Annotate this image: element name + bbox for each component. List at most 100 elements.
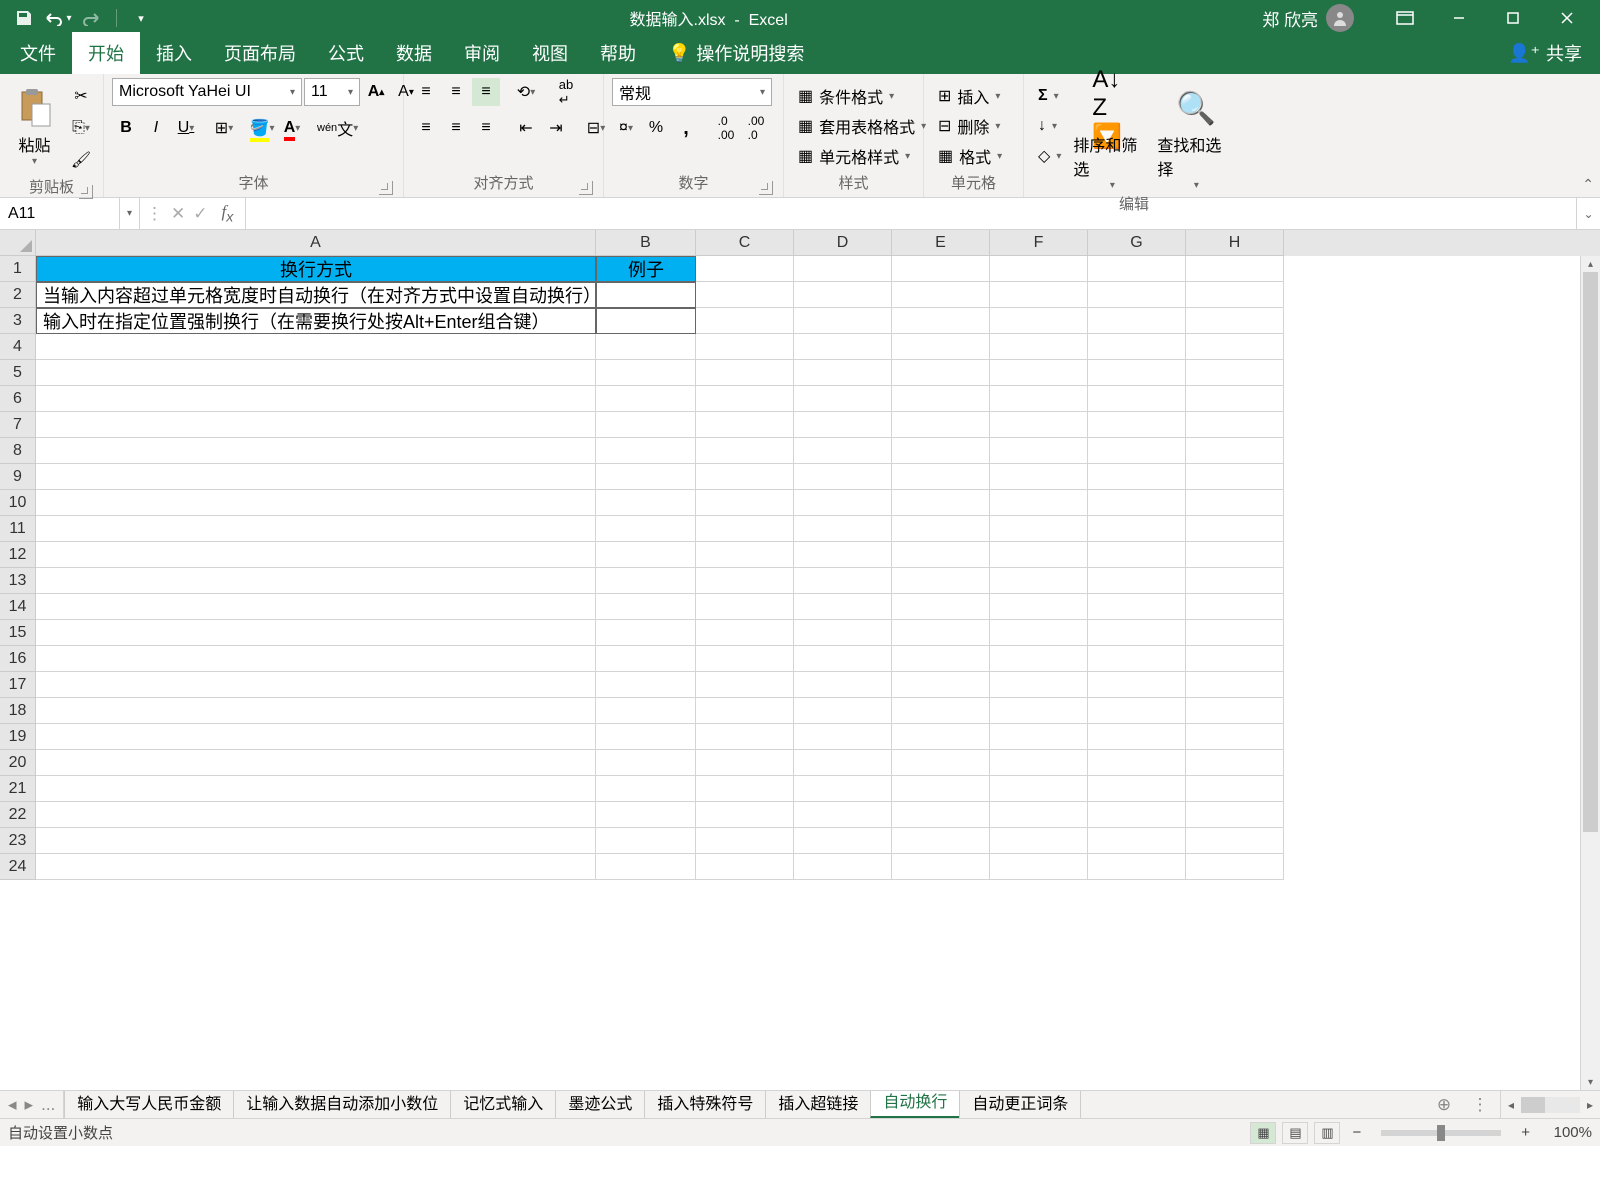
pinyin-button[interactable]: wén文▾: [316, 114, 359, 142]
cell-H12[interactable]: [1186, 542, 1284, 568]
row-header-20[interactable]: 20: [0, 750, 36, 776]
cell-G13[interactable]: [1088, 568, 1186, 594]
hscroll-right-icon[interactable]: ▸: [1580, 1091, 1600, 1118]
cell-E9[interactable]: [892, 464, 990, 490]
cell-D2[interactable]: [794, 282, 892, 308]
tab-insert[interactable]: 插入: [140, 32, 208, 74]
cell-G8[interactable]: [1088, 438, 1186, 464]
cell-G22[interactable]: [1088, 802, 1186, 828]
sheet-tab[interactable]: 插入超链接: [765, 1091, 871, 1118]
col-header-F[interactable]: F: [990, 230, 1088, 256]
cell-G19[interactable]: [1088, 724, 1186, 750]
cell-A5[interactable]: [36, 360, 596, 386]
format-table-button[interactable]: ▦套用表格格式▾: [792, 112, 932, 140]
cell-A6[interactable]: [36, 386, 596, 412]
zoom-thumb[interactable]: [1437, 1125, 1445, 1141]
col-header-B[interactable]: B: [596, 230, 696, 256]
cell-H10[interactable]: [1186, 490, 1284, 516]
sheet-nav-more-icon[interactable]: ...: [41, 1095, 55, 1115]
row-header-2[interactable]: 2: [0, 282, 36, 308]
delete-cells-button[interactable]: ⊟删除▾: [932, 112, 1008, 140]
cell-C14[interactable]: [696, 594, 794, 620]
italic-button[interactable]: I: [142, 114, 170, 142]
cell-F22[interactable]: [990, 802, 1088, 828]
row-header-4[interactable]: 4: [0, 334, 36, 360]
sheet-tab[interactable]: 插入特殊符号: [644, 1091, 766, 1118]
cell-D21[interactable]: [794, 776, 892, 802]
scroll-down-icon[interactable]: ▾: [1581, 1074, 1600, 1090]
cell-C23[interactable]: [696, 828, 794, 854]
decrease-indent-button[interactable]: ⇤: [512, 114, 540, 142]
cell-A23[interactable]: [36, 828, 596, 854]
cell-B10[interactable]: [596, 490, 696, 516]
cell-E23[interactable]: [892, 828, 990, 854]
cell-B21[interactable]: [596, 776, 696, 802]
tab-view[interactable]: 视图: [516, 32, 584, 74]
select-all-corner[interactable]: [0, 230, 36, 256]
zoom-level[interactable]: 100%: [1542, 1124, 1592, 1141]
cell-H16[interactable]: [1186, 646, 1284, 672]
vscroll-thumb[interactable]: [1583, 272, 1598, 832]
cell-A9[interactable]: [36, 464, 596, 490]
tab-formulas[interactable]: 公式: [312, 32, 380, 74]
cell-F10[interactable]: [990, 490, 1088, 516]
sheet-tab[interactable]: 让输入数据自动添加小数位: [233, 1091, 451, 1118]
cell-G7[interactable]: [1088, 412, 1186, 438]
fill-color-button[interactable]: 🪣▾: [248, 114, 276, 142]
cell-C21[interactable]: [696, 776, 794, 802]
row-header-8[interactable]: 8: [0, 438, 36, 464]
cell-G6[interactable]: [1088, 386, 1186, 412]
page-break-view-button[interactable]: ▥: [1314, 1122, 1340, 1144]
row-header-18[interactable]: 18: [0, 698, 36, 724]
cell-C4[interactable]: [696, 334, 794, 360]
sheet-scroll-menu[interactable]: ⋮: [1460, 1091, 1500, 1118]
cell-E13[interactable]: [892, 568, 990, 594]
cell-E16[interactable]: [892, 646, 990, 672]
cell-B24[interactable]: [596, 854, 696, 880]
cell-H2[interactable]: [1186, 282, 1284, 308]
cell-E5[interactable]: [892, 360, 990, 386]
cell-C13[interactable]: [696, 568, 794, 594]
fx-icon[interactable]: fx: [216, 202, 240, 225]
decrease-decimal-button[interactable]: .00.0: [742, 114, 770, 142]
insert-cells-button[interactable]: ⊞插入▾: [932, 82, 1008, 110]
formula-menu-icon[interactable]: ⋮: [146, 204, 163, 224]
cell-E21[interactable]: [892, 776, 990, 802]
cell-E7[interactable]: [892, 412, 990, 438]
align-bottom-button[interactable]: ≡: [472, 78, 500, 106]
cell-F17[interactable]: [990, 672, 1088, 698]
cell-C9[interactable]: [696, 464, 794, 490]
cell-H9[interactable]: [1186, 464, 1284, 490]
col-header-E[interactable]: E: [892, 230, 990, 256]
cell-A7[interactable]: [36, 412, 596, 438]
cell-F4[interactable]: [990, 334, 1088, 360]
cell-F14[interactable]: [990, 594, 1088, 620]
cell-A18[interactable]: [36, 698, 596, 724]
align-top-button[interactable]: ≡: [412, 78, 440, 106]
cell-E10[interactable]: [892, 490, 990, 516]
cell-D1[interactable]: [794, 256, 892, 282]
clear-button[interactable]: ◇▾: [1032, 142, 1067, 170]
cell-D24[interactable]: [794, 854, 892, 880]
align-left-button[interactable]: ≡: [412, 114, 440, 142]
percent-button[interactable]: %: [642, 114, 670, 142]
cell-H6[interactable]: [1186, 386, 1284, 412]
cell-E22[interactable]: [892, 802, 990, 828]
cell-F21[interactable]: [990, 776, 1088, 802]
cell-C8[interactable]: [696, 438, 794, 464]
tab-help[interactable]: 帮助: [584, 32, 652, 74]
cell-D9[interactable]: [794, 464, 892, 490]
cell-B15[interactable]: [596, 620, 696, 646]
cell-H15[interactable]: [1186, 620, 1284, 646]
row-header-12[interactable]: 12: [0, 542, 36, 568]
ribbon-display-icon[interactable]: [1382, 0, 1428, 36]
hscroll-left-icon[interactable]: ◂: [1501, 1091, 1521, 1118]
cell-G23[interactable]: [1088, 828, 1186, 854]
cell-A11[interactable]: [36, 516, 596, 542]
col-header-A[interactable]: A: [36, 230, 596, 256]
cell-E4[interactable]: [892, 334, 990, 360]
cell-styles-button[interactable]: ▦单元格样式▾: [792, 142, 932, 170]
cell-D8[interactable]: [794, 438, 892, 464]
cell-G5[interactable]: [1088, 360, 1186, 386]
cell-C5[interactable]: [696, 360, 794, 386]
